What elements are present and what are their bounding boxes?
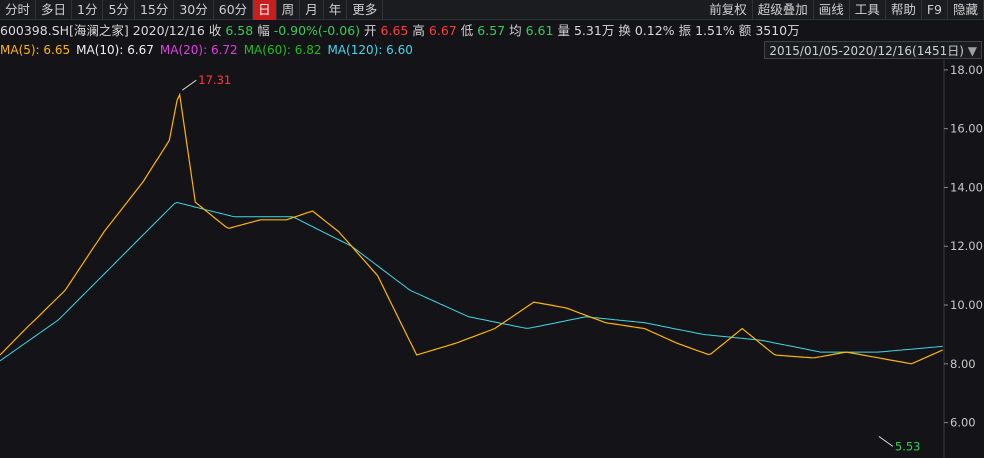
price-series: [0, 92, 943, 365]
amplitude-value: 1.51%: [695, 23, 735, 38]
price-markers: 17.31 5.53: [181, 73, 921, 453]
close-value: 6.58: [225, 23, 254, 38]
toolbar-right-button-3[interactable]: 工具: [850, 0, 886, 20]
price-line: [0, 92, 943, 365]
ma-legend-item-3: MA(60): 6.82: [243, 43, 322, 57]
y-tick-label: 8.00: [950, 357, 976, 371]
max_marker-label: 17.31: [198, 73, 231, 87]
stock-symbol[interactable]: 600398.SH[海澜之家]: [0, 21, 129, 41]
low-value: 6.57: [477, 23, 506, 38]
period-tab-8[interactable]: 周: [277, 0, 301, 20]
period-tab-6[interactable]: 60分: [214, 0, 254, 20]
volume-value: 5.31万: [573, 23, 615, 38]
max_marker-pointer: [181, 79, 197, 91]
y-tick-label: 6.00: [950, 416, 976, 430]
date-range-selector[interactable]: 2015/01/05-2020/12/16(1451日) ▼: [764, 41, 982, 59]
turnover-label: 换: [618, 23, 631, 38]
y-axis: 18.00 16.00 14.00 12.00 10.00 8.00 6.00: [944, 63, 983, 430]
change-label: 幅: [257, 23, 270, 38]
period-tab-0[interactable]: 分时: [0, 0, 37, 20]
min_marker-label: 5.53: [895, 439, 921, 453]
toolbar-right-button-2[interactable]: 画线: [814, 0, 850, 20]
amount-value: 3510万: [755, 23, 800, 38]
date-range-label: 2015/01/05-2020/12/16(1451日): [769, 44, 964, 58]
period-tab-5[interactable]: 30分: [174, 0, 214, 20]
quote-bar: 600398.SH[海澜之家] 2020/12/16 收 6.58 幅 -0.9…: [0, 21, 984, 41]
toolbar-right-button-0[interactable]: 前复权: [704, 0, 753, 20]
close-label: 收: [208, 23, 222, 38]
period-tab-2[interactable]: 1分: [72, 0, 104, 20]
period-tab-4[interactable]: 15分: [135, 0, 175, 20]
period-tab-9[interactable]: 月: [300, 0, 324, 20]
amplitude-label: 振: [678, 23, 692, 38]
toolbar-right-button-6[interactable]: 隐藏: [948, 0, 984, 20]
toolbar-right-button-4[interactable]: 帮助: [886, 0, 922, 20]
ma-legend-item-0: MA(5): 6.65: [0, 43, 71, 57]
period-tab-7[interactable]: 日: [253, 0, 277, 20]
toolbar-right-button-5[interactable]: F9: [922, 0, 948, 20]
y-tick-label: 12.00: [950, 239, 983, 253]
change-value: -0.90%(-0.06): [273, 23, 361, 38]
y-tick-label: 18.00: [950, 63, 983, 77]
amount-label: 额: [738, 23, 752, 38]
y-tick-label: 10.00: [950, 298, 983, 312]
y-tick-label: 16.00: [950, 122, 983, 136]
turnover-value: 0.12%: [634, 23, 675, 38]
period-tab-11[interactable]: 更多: [347, 0, 384, 20]
ma-legend-item-2: MA(20): 6.72: [159, 43, 238, 57]
quote-date: 2020/12/16: [132, 23, 205, 38]
high-value: 6.67: [428, 23, 457, 38]
ma-legend-item-1: MA(10): 6.67: [76, 43, 154, 57]
ma-legend-item-4: MA(120): 6.60: [327, 43, 413, 57]
period-tab-1[interactable]: 多日: [36, 0, 73, 20]
kline-chart[interactable]: 17.31 5.53 18.00 16.00 14.00 12.00 10.00 8.00 6…: [0, 60, 984, 458]
open-value: 6.65: [380, 23, 409, 38]
avg-label: 均: [509, 23, 522, 38]
high-label: 高: [412, 23, 425, 38]
toolbar-right-button-1[interactable]: 超级叠加: [753, 0, 814, 20]
min_marker-pointer: [878, 436, 894, 447]
low-label: 低: [460, 23, 474, 38]
period-tab-3[interactable]: 5分: [103, 0, 135, 20]
avg-value: 6.61: [525, 23, 554, 38]
open-label: 开: [364, 23, 377, 38]
y-tick-label: 14.00: [950, 180, 983, 194]
chevron-down-icon: ▼: [967, 44, 977, 58]
period-tab-10[interactable]: 年: [324, 0, 348, 20]
toolbar: 分时 多日 1分 5分 15分 30分 60分日周月年更多 前复权 超级叠加 画线 工具 帮助 F9 隐藏: [0, 0, 984, 20]
volume-label: 量: [557, 23, 570, 38]
